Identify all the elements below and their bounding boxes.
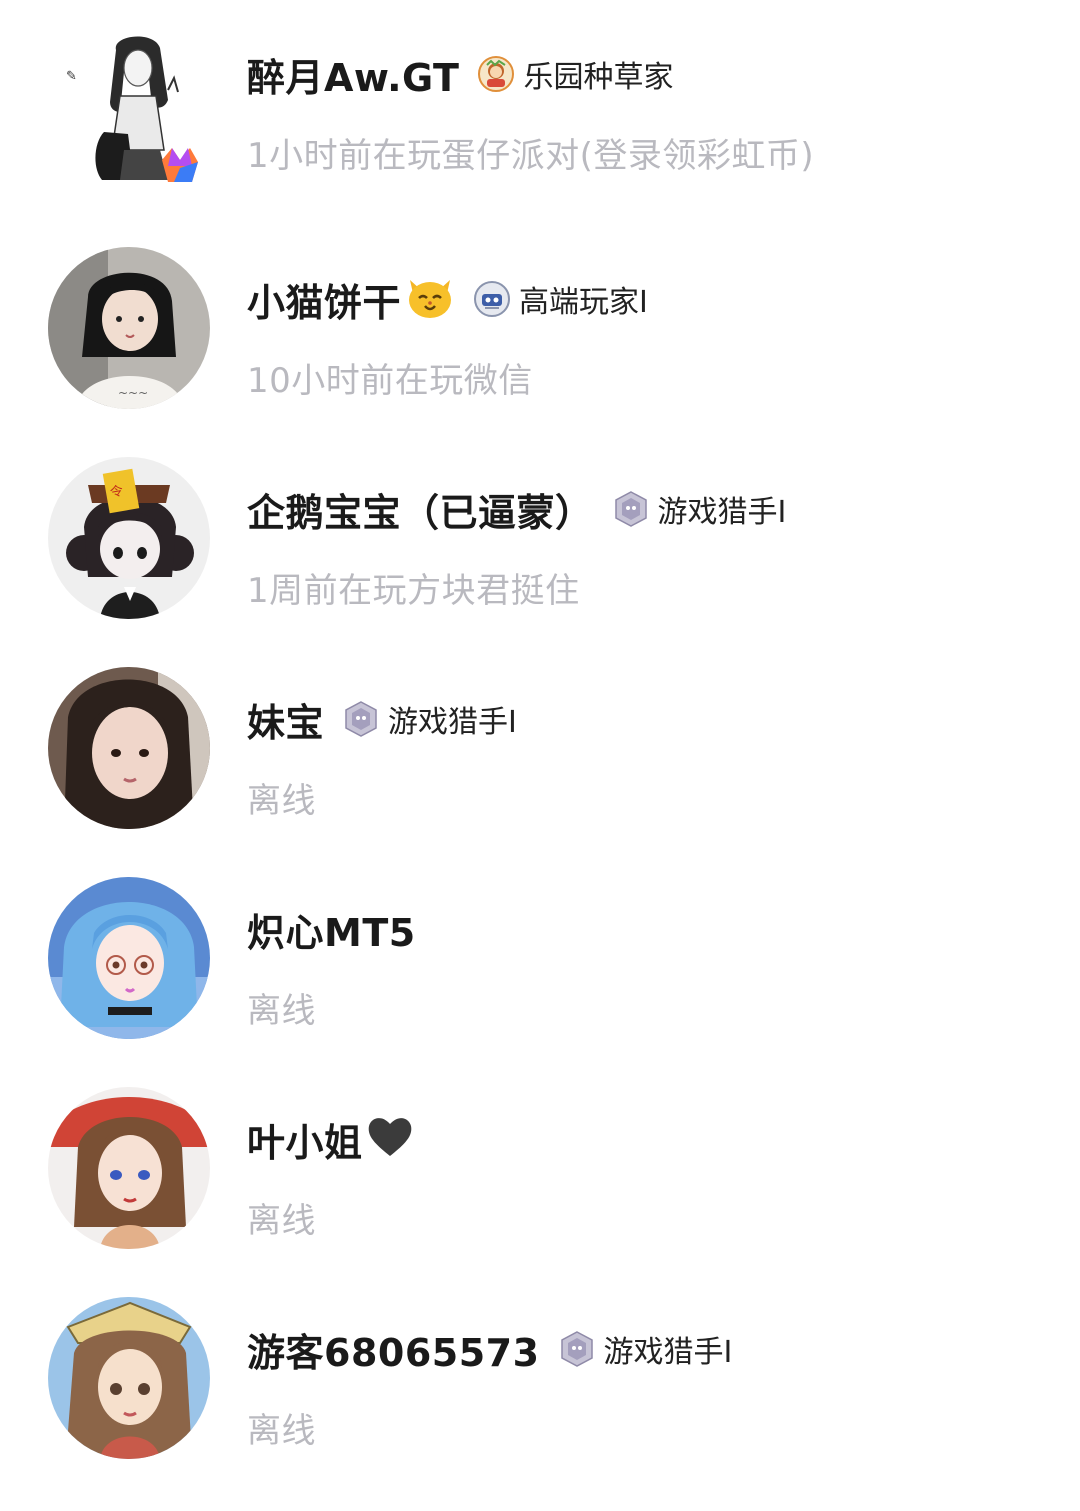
status-text: 离线 <box>247 1411 316 1451</box>
nickname: 炽心MT5 <box>247 910 416 955</box>
friend-row-1[interactable]: ✎ 醉月Aw.GT 乐园种草家 1小时前在玩蛋仔派对(登录领彩虹币) <box>0 0 1080 210</box>
status-text: 离线 <box>247 1201 316 1241</box>
friend-row-2[interactable]: ~~~ 小猫饼干 高端玩家I 10小时前在玩微信 <box>0 225 1080 435</box>
avatar[interactable] <box>48 1297 210 1459</box>
title-badge: 游戏猎手I <box>558 1327 733 1371</box>
friend-row-4[interactable]: 妹宝 游戏猎手I 离线 <box>0 645 1080 855</box>
hunter-badge-icon <box>612 490 650 528</box>
nickname: 企鹅宝宝（已逼蒙） <box>247 490 594 535</box>
nickname: 小猫饼干 <box>247 280 402 325</box>
avatar[interactable]: ✎ <box>64 30 210 196</box>
svg-text:令: 令 <box>109 484 124 501</box>
name-line: 企鹅宝宝（已逼蒙） 游戏猎手I <box>247 479 786 539</box>
hightier-badge-icon <box>473 280 511 318</box>
friend-row-3[interactable]: 令 企鹅宝宝（已逼蒙） 游戏猎手I 1周前在玩方块君挺住 <box>0 435 1080 645</box>
status-text: 1周前在玩方块君挺住 <box>247 571 580 611</box>
friend-row-7[interactable]: 游客68065573 游戏猎手I 离线 <box>0 1275 1080 1485</box>
friend-row-6[interactable]: 叶小姐 离线 <box>0 1065 1080 1275</box>
name-line: 醉月Aw.GT 乐园种草家 <box>247 44 673 104</box>
name-line: 叶小姐 <box>247 1109 415 1169</box>
name-line: 游客68065573 游戏猎手I <box>247 1319 732 1379</box>
black-heart-icon <box>365 1114 415 1164</box>
title-label: 高端玩家I <box>519 285 648 320</box>
svg-text:~~~: ~~~ <box>118 386 148 400</box>
title-badge: 游戏猎手I <box>612 487 787 531</box>
status-text: 离线 <box>247 781 316 821</box>
hunter-badge-icon <box>558 1330 596 1368</box>
friend-list: ✎ 醉月Aw.GT 乐园种草家 1小时前在玩蛋仔派对(登录领彩虹币) ~~~ 小… <box>0 0 1080 1511</box>
avatar[interactable]: 令 <box>48 457 210 619</box>
name-line: 炽心MT5 <box>247 899 416 959</box>
nickname: 醉月Aw.GT <box>247 55 460 100</box>
title-badge: 高端玩家I <box>473 277 648 321</box>
title-badge: 游戏猎手I <box>342 697 517 741</box>
title-label: 游戏猎手I <box>657 495 787 530</box>
status-text: 离线 <box>247 991 316 1031</box>
nickname: 游客68065573 <box>247 1330 540 1375</box>
nickname: 叶小姐 <box>247 1120 363 1165</box>
svg-text:✎: ✎ <box>66 69 77 84</box>
garden-badge-icon <box>477 55 515 93</box>
title-label: 游戏猎手I <box>603 1335 733 1370</box>
avatar[interactable] <box>48 1087 210 1249</box>
title-badge: 乐园种草家 <box>477 52 673 96</box>
cat-face-icon <box>405 274 455 324</box>
hunter-badge-icon <box>342 700 380 738</box>
name-line: 小猫饼干 高端玩家I <box>247 269 648 329</box>
avatar[interactable]: ~~~ <box>48 247 210 409</box>
avatar[interactable] <box>48 877 210 1039</box>
name-line: 妹宝 游戏猎手I <box>247 689 517 749</box>
nickname: 妹宝 <box>247 700 325 745</box>
status-text: 10小时前在玩微信 <box>247 361 533 401</box>
title-label: 游戏猎手I <box>388 705 517 740</box>
avatar[interactable] <box>48 667 210 829</box>
friend-row-5[interactable]: 炽心MT5 离线 <box>0 855 1080 1065</box>
status-text: 1小时前在玩蛋仔派对(登录领彩虹币) <box>247 136 815 176</box>
title-label: 乐园种草家 <box>523 60 674 95</box>
